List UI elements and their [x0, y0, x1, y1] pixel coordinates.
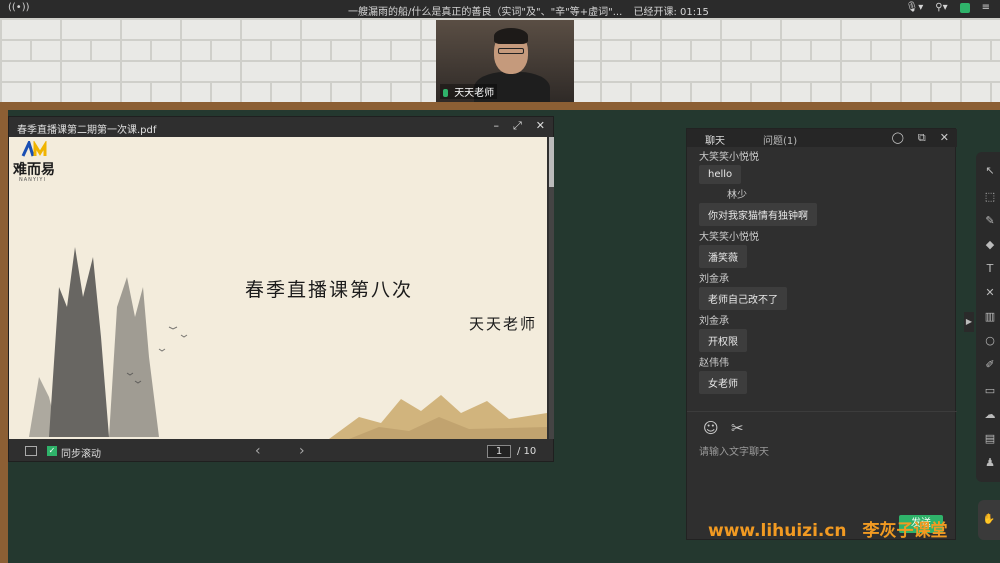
page-number-input[interactable]: 1 — [487, 445, 511, 458]
sync-scroll-checkbox[interactable]: ✓ — [47, 446, 57, 456]
list-item: 刘金承 开权限 — [699, 315, 949, 352]
speech-bubble-icon[interactable]: ◯ — [892, 131, 904, 145]
list-item: 林少 你对我家猫情有独钟啊 — [699, 189, 949, 226]
pdf-window-controls: – ⤢ ✕ — [493, 119, 545, 133]
chat-panel[interactable]: 聊天 问题(1) ◯ ⧉ ✕ 大笑笑小悦悦 hello 林少 你对我家猫情有独钟… — [686, 128, 957, 540]
sync-scroll-label: 同步滚动 — [61, 449, 101, 460]
top-bar: ((•)) 一艘漏雨的船/什么是真正的善良（实词"及"、"辛"等+虚词"... … — [0, 0, 1000, 18]
users-icon[interactable]: ♟ — [983, 456, 997, 470]
tab-chat[interactable]: 聊天 — [705, 132, 725, 147]
status-indicator — [959, 2, 970, 13]
watermark-brand: 李灰子课堂 — [862, 521, 948, 541]
list-item: 刘金承 老师自己改不了 — [699, 273, 949, 310]
broadcast-icon: ((•)) — [8, 2, 30, 13]
watermark-url: www.lihuizi.cn — [708, 521, 847, 541]
pdf-viewer-window[interactable]: 春季直播课第二期第一次课.pdf – ⤢ ✕ 难而易 NANYIYI 春季直播课… — [8, 116, 554, 462]
chat-tabs: 聊天 问题(1) ◯ ⧉ ✕ — [687, 129, 957, 147]
message-sender: 大笑笑小悦悦 — [699, 152, 759, 163]
pdf-title: 春季直播课第二期第一次课.pdf — [17, 125, 157, 136]
text-icon[interactable]: T — [983, 262, 997, 276]
message-bubble: hello — [699, 165, 742, 184]
video-name-tag: 天天老师 — [440, 84, 498, 99]
pdf-footer: ✓ 同步滚动 ‹ › 1 / 10 — [9, 441, 555, 463]
toolbox-icon[interactable]: ▤ — [983, 432, 997, 446]
cut-icon[interactable]: ✕ — [983, 286, 997, 300]
sidebar-panel-icon[interactable] — [25, 446, 37, 456]
chat-messages: 大笑笑小悦悦 hello 林少 你对我家猫情有独钟啊 大笑笑小悦悦 潘笑薇 刘金… — [699, 151, 949, 399]
lesson-title: 一艘漏雨的船/什么是真正的善良（实词"及"、"辛"等+虚词"... — [348, 7, 623, 18]
select-icon[interactable]: ⬚ — [983, 190, 997, 204]
watermark: www.lihuizi.cn 李灰子课堂 — [708, 516, 947, 541]
raise-hand-icon[interactable]: ✋ — [978, 500, 1000, 540]
close-icon[interactable]: ✕ — [536, 119, 545, 133]
tab-questions[interactable]: 问题(1) — [763, 132, 797, 147]
scissors-icon[interactable]: ✂ — [731, 419, 744, 437]
expand-icon[interactable]: ⤢ — [513, 119, 522, 133]
list-item: 赵伟伟 女老师 — [699, 357, 949, 394]
class-status: 已经开课: 01:15 — [633, 7, 709, 18]
menu-icon[interactable]: ≡ — [982, 2, 990, 13]
teacher-video[interactable]: 天天老师 — [436, 20, 574, 102]
message-sender: 赵伟伟 — [699, 358, 729, 369]
minimize-icon[interactable]: – — [493, 119, 499, 133]
trash-icon[interactable]: ▥ — [983, 310, 997, 324]
close-icon[interactable]: ✕ — [940, 131, 949, 145]
collapse-arrow-icon[interactable]: ▶ — [964, 312, 974, 332]
emoji-icon[interactable]: ☺ — [703, 419, 719, 437]
lesson-title-bar: 一艘漏雨的船/什么是真正的善良（实词"及"、"辛"等+虚词"... 已经开课: … — [340, 3, 709, 18]
chat-panel-controls: ◯ ⧉ ✕ — [892, 131, 949, 145]
location-icon[interactable]: ⚲▾ — [935, 2, 947, 13]
pdf-scrollbar[interactable] — [549, 137, 554, 439]
message-bubble: 开权限 — [699, 329, 747, 352]
chat-input[interactable]: 请输入文字聊天 — [699, 443, 769, 458]
microphone-icon[interactable]: 🎙▾ — [906, 2, 924, 13]
message-bubble: 你对我家猫情有独钟啊 — [699, 203, 817, 226]
message-bubble: 女老师 — [699, 371, 747, 394]
cloud-icon[interactable]: ☁ — [983, 408, 997, 422]
popout-icon[interactable]: ⧉ — [918, 131, 926, 145]
list-item: 大笑笑小悦悦 hello — [699, 151, 949, 184]
prev-page-icon[interactable]: ‹ — [255, 443, 261, 459]
message-bubble: 老师自己改不了 — [699, 287, 787, 310]
cursor-icon[interactable]: ↖ — [983, 164, 997, 178]
eraser-icon[interactable]: ◆ — [983, 238, 997, 252]
drawing-toolbar: ↖ ⬚ ✎ ◆ T ✕ ▥ ○ ✐ ▭ ☁ ▤ ♟ — [976, 152, 1000, 482]
page-total: / 10 — [517, 446, 537, 457]
slide-title: 春季直播课第八次 — [245, 279, 414, 301]
pen-icon[interactable]: ✎ — [983, 214, 997, 228]
scrollbar-thumb[interactable] — [549, 137, 554, 187]
mic-active-icon — [443, 89, 448, 97]
circle-icon[interactable]: ○ — [983, 334, 997, 348]
edit-icon[interactable]: ✐ — [983, 358, 997, 372]
message-bubble: 潘笑薇 — [699, 245, 747, 268]
message-sender: 刘金承 — [699, 316, 729, 327]
slide-teacher: 天天老师 — [469, 315, 538, 333]
next-page-icon[interactable]: › — [299, 443, 305, 459]
list-item: 大笑笑小悦悦 潘笑薇 — [699, 231, 949, 268]
message-sender: 刘金承 — [699, 274, 729, 285]
chat-icon[interactable]: ▭ — [983, 384, 997, 398]
slide-canvas[interactable]: 难而易 NANYIYI 春季直播课第八次 天天老师 — [9, 137, 547, 439]
top-controls: 🎙▾ ⚲▾ ≡ — [906, 2, 990, 13]
chat-divider — [687, 411, 957, 412]
message-sender: 大笑笑小悦悦 — [699, 232, 759, 243]
message-sender: 林少 — [727, 190, 747, 201]
